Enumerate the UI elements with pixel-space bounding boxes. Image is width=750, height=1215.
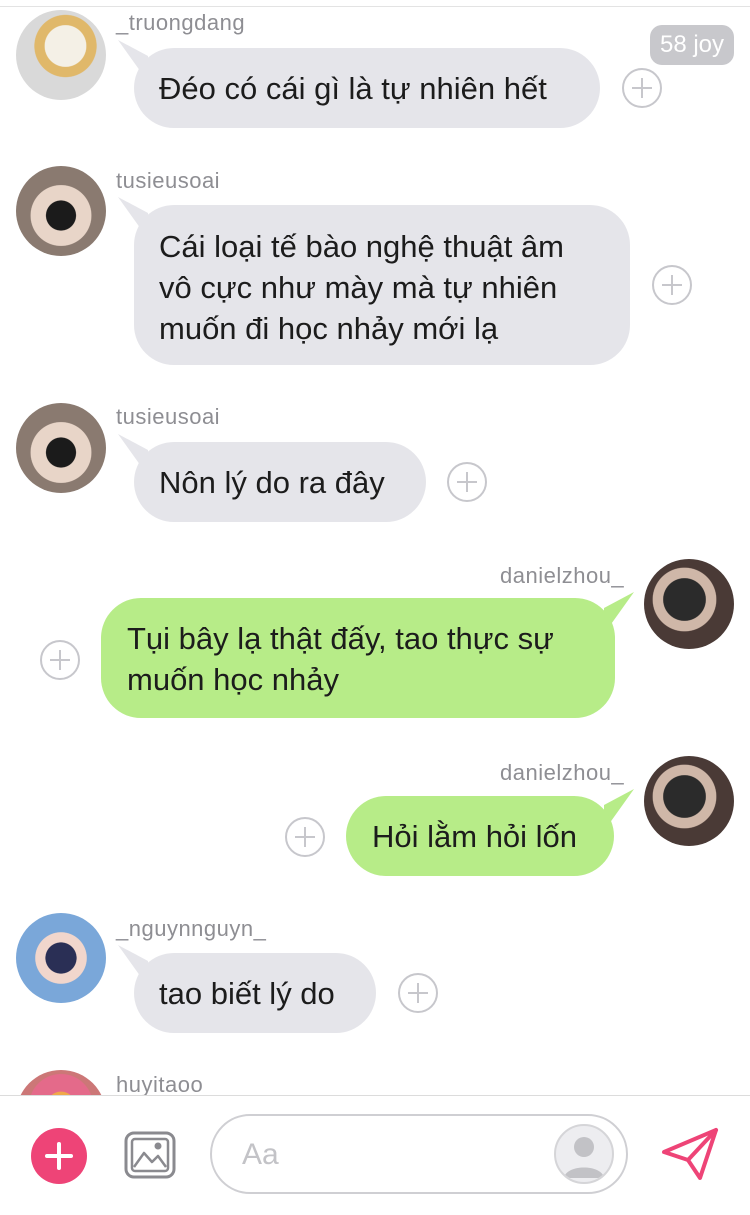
message-text: Đéo có cái gì là tự nhiên hết: [159, 71, 547, 106]
avatar[interactable]: [644, 756, 734, 846]
avatar[interactable]: [16, 913, 106, 1003]
avatar[interactable]: [644, 559, 734, 649]
avatar[interactable]: [16, 10, 106, 100]
message-text: tao biết lý do: [159, 976, 335, 1011]
plus-icon[interactable]: [31, 1128, 87, 1184]
reaction-count-badge[interactable]: 58 joy: [650, 25, 734, 65]
message-bubble[interactable]: Hỏi lằm hỏi lốn: [346, 796, 614, 876]
message-bubble[interactable]: Cái loại tế bào nghệ thuật âm vô cực như…: [134, 205, 630, 365]
message-text-line: muốn đi học nhảy mới lạ: [159, 311, 499, 346]
avatar[interactable]: [16, 166, 106, 256]
avatar[interactable]: [16, 1070, 106, 1095]
message-bubble[interactable]: Nôn lý do ra đây: [134, 442, 426, 522]
username: danielzhou_: [500, 760, 625, 785]
message-list[interactable]: _truongdang Đéo có cái gì là tự nhiên hế…: [0, 0, 750, 1095]
send-icon[interactable]: [660, 1126, 720, 1182]
username: _nguynnguyn_: [116, 916, 267, 941]
reaction-add-icon[interactable]: [398, 973, 438, 1013]
avatar[interactable]: [16, 403, 106, 493]
message-bubble[interactable]: Tụi bây lạ thật đấy, tao thực sự muốn họ…: [101, 598, 615, 718]
reaction-add-icon[interactable]: [447, 462, 487, 502]
username: _truongdang: [116, 10, 246, 35]
message-text-line: Tụi bây lạ thật đấy, tao thực sự: [127, 621, 554, 656]
username: danielzhou_: [500, 563, 625, 588]
username: huyitaoo: [116, 1072, 204, 1095]
username: tusieusoai: [116, 168, 221, 193]
composer-bar: Aa: [0, 1095, 750, 1215]
reaction-add-icon[interactable]: [40, 640, 80, 680]
person-icon[interactable]: [554, 1124, 614, 1184]
username: tusieusoai: [116, 404, 221, 429]
message-input[interactable]: Aa: [210, 1114, 628, 1194]
message-text: Nôn lý do ra đây: [159, 465, 385, 500]
message-text-line: Cái loại tế bào nghệ thuật âm: [159, 229, 564, 264]
message-bubble[interactable]: Đéo có cái gì là tự nhiên hết: [134, 48, 600, 128]
message-text-line: muốn học nhảy: [127, 662, 339, 697]
reaction-add-icon[interactable]: [622, 68, 662, 108]
reaction-add-icon[interactable]: [652, 265, 692, 305]
reaction-add-icon[interactable]: [285, 817, 325, 857]
image-icon[interactable]: [124, 1131, 176, 1179]
message-text: Hỏi lằm hỏi lốn: [372, 819, 578, 854]
message-bubble[interactable]: tao biết lý do: [134, 953, 376, 1033]
message-text-line: vô cực như mày mà tự nhiên: [159, 270, 558, 305]
input-placeholder: Aa: [242, 1138, 279, 1171]
